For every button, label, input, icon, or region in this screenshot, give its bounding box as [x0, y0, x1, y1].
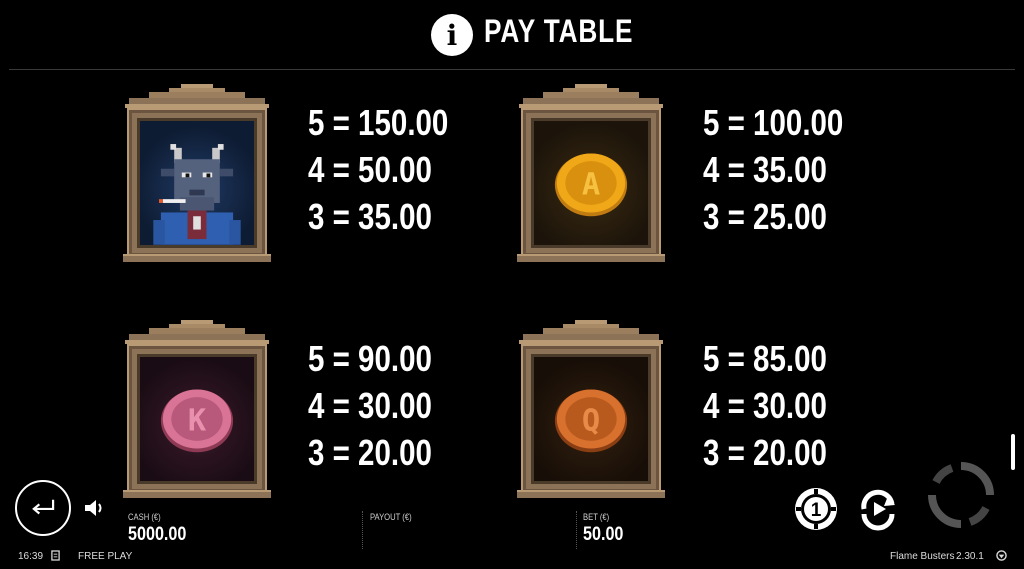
- frame-roof: [519, 320, 663, 344]
- svg-text:A: A: [582, 167, 600, 202]
- a-coin-icon: A: [554, 153, 628, 217]
- speaker-icon[interactable]: [83, 497, 107, 519]
- clock: 16:39: [18, 551, 44, 562]
- svg-text:K: K: [188, 403, 207, 438]
- back-arrow-icon: [32, 499, 55, 515]
- symbol-frame-a: A: [517, 84, 665, 264]
- back-button[interactable]: [15, 480, 71, 536]
- q-coin-symbol: Q: [531, 354, 651, 484]
- a-coin-payouts: 5 = 100.00 4 = 35.00 3 = 25.00: [703, 99, 843, 240]
- symbol-frame-q: Q: [517, 320, 665, 500]
- a-coin-symbol: A: [531, 118, 651, 248]
- frame-roof: [125, 84, 269, 108]
- version: 2.30.1: [956, 551, 984, 562]
- symbol-frame-goat: [123, 84, 271, 264]
- autoplay-button[interactable]: [855, 486, 901, 532]
- frame-roof: [125, 320, 269, 344]
- goat-symbol: [137, 118, 257, 248]
- autoplay-icon: [874, 502, 886, 516]
- pay-table-header: i PAY TABLE: [0, 0, 1024, 70]
- svg-text:Q: Q: [582, 403, 600, 438]
- cash-display: CASH (€) 5000.00: [128, 512, 197, 546]
- payout-line: 4 = 35.00: [703, 149, 827, 190]
- info-icon: i: [431, 14, 473, 56]
- k-coin-icon: K: [160, 389, 234, 453]
- bet-value: 50.00: [583, 524, 624, 545]
- payout-line: 4 = 50.00: [308, 149, 432, 190]
- status-bar: 16:39 FREE PLAY Flame Busters 2.30.1: [0, 548, 1024, 566]
- frame-roof: [519, 84, 663, 108]
- document-icon[interactable]: [51, 550, 60, 564]
- payout-display: PAYOUT (€): [370, 512, 419, 524]
- footer-divider: [576, 511, 577, 549]
- cash-label: CASH (€): [128, 512, 161, 522]
- payout-line: 4 = 30.00: [308, 385, 432, 426]
- page-title: PAY TABLE: [484, 13, 634, 49]
- k-coin-payouts: 5 = 90.00 4 = 30.00 3 = 20.00: [308, 335, 432, 476]
- scroll-indicator[interactable]: [1011, 434, 1015, 470]
- game-name: Flame Busters: [890, 551, 955, 562]
- q-coin-icon: Q: [554, 389, 628, 453]
- coin-1-icon: 1: [811, 500, 822, 521]
- brand-logo-icon: [996, 550, 1007, 564]
- payout-line: 4 = 30.00: [703, 385, 827, 426]
- cash-value: 5000.00: [128, 524, 187, 545]
- header-divider: [9, 69, 1015, 70]
- coin-value-button[interactable]: 1: [793, 486, 839, 532]
- payout-line: 3 = 25.00: [703, 196, 827, 237]
- symbol-frame-k: K: [123, 320, 271, 500]
- footer-divider: [362, 511, 363, 549]
- goat-icon: [153, 144, 241, 245]
- payout-line: 5 = 90.00: [308, 338, 432, 379]
- bet-label: BET (€): [583, 512, 610, 522]
- payout-line: 5 = 85.00: [703, 338, 827, 379]
- spin-button[interactable]: [928, 462, 994, 528]
- payout-line: 5 = 150.00: [308, 102, 449, 143]
- payout-line: 5 = 100.00: [703, 102, 844, 143]
- payout-label: PAYOUT (€): [370, 512, 412, 522]
- payout-line: 3 = 20.00: [308, 432, 432, 473]
- payout-line: 3 = 20.00: [703, 432, 827, 473]
- q-coin-payouts: 5 = 85.00 4 = 30.00 3 = 20.00: [703, 335, 827, 476]
- play-mode: FREE PLAY: [78, 551, 133, 562]
- k-coin-symbol: K: [137, 354, 257, 484]
- payout-line: 3 = 35.00: [308, 196, 432, 237]
- bet-display: BET (€) 50.00: [583, 512, 631, 546]
- goat-payouts: 5 = 150.00 4 = 50.00 3 = 35.00: [308, 99, 448, 240]
